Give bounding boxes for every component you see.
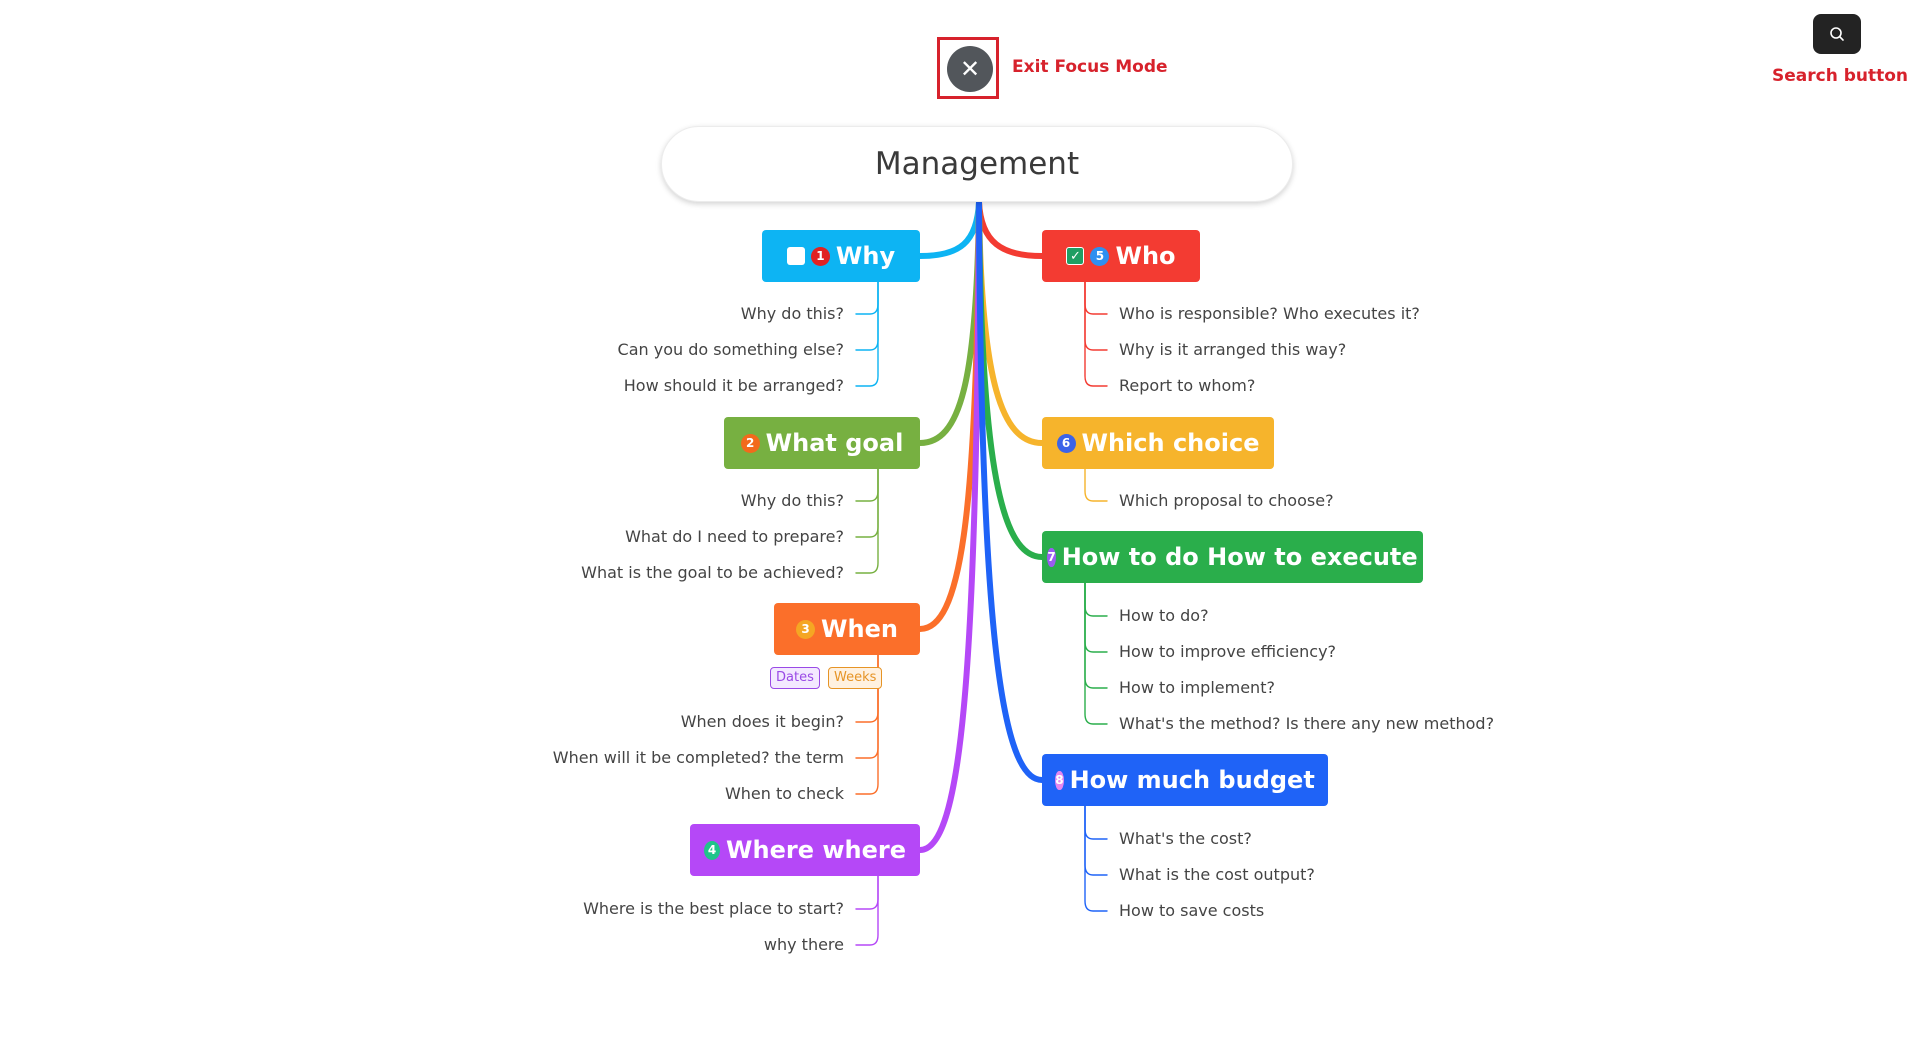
subtopic[interactable]: Why is it arranged this way? — [1119, 340, 1346, 360]
child-connector — [855, 281, 879, 315]
topic-where[interactable]: 4 Where where — [690, 824, 920, 876]
topic-when[interactable]: 3 When — [774, 603, 920, 655]
subtopic[interactable]: What's the cost? — [1119, 829, 1252, 849]
branch-connector — [917, 199, 982, 632]
child-connector — [1084, 468, 1108, 502]
subtopic[interactable]: How to do? — [1119, 606, 1209, 626]
child-connector — [1084, 582, 1108, 653]
task-checkbox-icon[interactable] — [786, 247, 805, 265]
subtopic[interactable]: Who is responsible? Who executes it? — [1119, 304, 1420, 324]
priority-marker-icon: 2 — [740, 433, 760, 453]
topic-how-to-do[interactable]: 7 How to do How to execute — [1042, 531, 1423, 583]
subtopic[interactable]: Why do this? — [741, 491, 844, 511]
subtopic[interactable]: What do I need to prepare? — [625, 527, 844, 547]
child-connector — [855, 281, 879, 387]
subtopic[interactable]: Where is the best place to start? — [583, 899, 844, 919]
priority-marker-icon: 3 — [796, 619, 816, 639]
topic-label: When — [821, 615, 898, 643]
root-topic-label: Management — [874, 146, 1080, 182]
priority-marker-icon: 7 — [1047, 547, 1056, 567]
child-connector — [1084, 281, 1108, 351]
subtopic[interactable]: Which proposal to choose? — [1119, 491, 1334, 511]
topic-label: How to do How to execute — [1061, 543, 1418, 571]
priority-marker-icon: 1 — [810, 246, 830, 266]
subtopic[interactable]: How to improve efficiency? — [1119, 642, 1336, 662]
subtopic[interactable]: Can you do something else? — [618, 340, 844, 360]
priority-marker-icon: 8 — [1055, 770, 1064, 790]
topic-label: Which choice — [1081, 429, 1260, 457]
label-tag[interactable]: Dates — [770, 667, 820, 689]
subtopic[interactable]: why there — [764, 935, 844, 955]
subtopic[interactable]: When to check — [725, 784, 844, 804]
branch-connector — [976, 199, 1045, 446]
root-topic[interactable]: Management — [661, 126, 1293, 202]
priority-marker-icon: 4 — [704, 840, 721, 860]
priority-marker-icon: 5 — [1090, 246, 1110, 266]
search-button[interactable] — [1813, 14, 1861, 54]
subtopic[interactable]: Why do this? — [741, 304, 844, 324]
child-connector — [1084, 805, 1108, 840]
child-connector — [1084, 582, 1108, 617]
exit-focus-button[interactable]: ✕ — [947, 46, 993, 92]
topic-label: How much budget — [1069, 766, 1315, 794]
label-tag[interactable]: Weeks — [828, 667, 883, 689]
branch-connector — [976, 199, 1045, 783]
task-checked-icon[interactable]: ✓ — [1066, 247, 1085, 265]
subtopic[interactable]: What is the cost output? — [1119, 865, 1315, 885]
topic-how-much-budget[interactable]: 8 How much budget — [1042, 754, 1328, 806]
branch-connector — [917, 199, 982, 446]
subtopic[interactable]: When will it be completed? the term — [553, 748, 844, 768]
child-connector — [855, 281, 879, 351]
child-connector — [1084, 805, 1108, 876]
branch-connector — [917, 199, 982, 853]
child-connector — [855, 875, 879, 946]
child-connector — [1084, 805, 1108, 912]
subtopic[interactable]: Report to whom? — [1119, 376, 1255, 396]
subtopic[interactable]: How to save costs — [1119, 901, 1264, 921]
child-connector — [855, 468, 879, 502]
topic-who[interactable]: ✓ 5 Who — [1042, 230, 1200, 282]
topic-label: What goal — [765, 429, 904, 457]
topic-why[interactable]: 1 Why — [762, 230, 920, 282]
child-connector — [855, 468, 879, 574]
branch-connector — [976, 199, 1045, 259]
topic-label: Where where — [726, 836, 906, 864]
child-connector — [855, 875, 879, 910]
child-connector — [1084, 281, 1108, 387]
search-annotation: Search button — [1772, 66, 1908, 86]
child-connector — [855, 468, 879, 538]
child-connector — [1084, 582, 1108, 725]
topic-which-choice[interactable]: 6 Which choice — [1042, 417, 1274, 469]
subtopic[interactable]: What is the goal to be achieved? — [581, 563, 844, 583]
topic-what-goal[interactable]: 2 What goal — [724, 417, 920, 469]
priority-marker-icon: 6 — [1056, 433, 1076, 453]
child-connector — [1084, 582, 1108, 689]
branch-connector — [976, 199, 1045, 560]
child-connector — [1084, 281, 1108, 315]
exit-focus-annotation: Exit Focus Mode — [1012, 57, 1168, 77]
subtopic[interactable]: How to implement? — [1119, 678, 1275, 698]
topic-label: Who — [1115, 242, 1176, 270]
branch-connector — [917, 199, 982, 259]
search-icon — [1830, 27, 1844, 41]
subtopic[interactable]: What's the method? Is there any new meth… — [1119, 714, 1494, 734]
mind-map-canvas[interactable]: ✕ Exit Focus Mode Search button Manageme… — [0, 0, 1908, 1056]
subtopic[interactable]: When does it begin? — [681, 712, 844, 732]
close-icon: ✕ — [959, 55, 981, 83]
subtopic[interactable]: How should it be arranged? — [624, 376, 844, 396]
topic-label: Why — [835, 242, 896, 270]
